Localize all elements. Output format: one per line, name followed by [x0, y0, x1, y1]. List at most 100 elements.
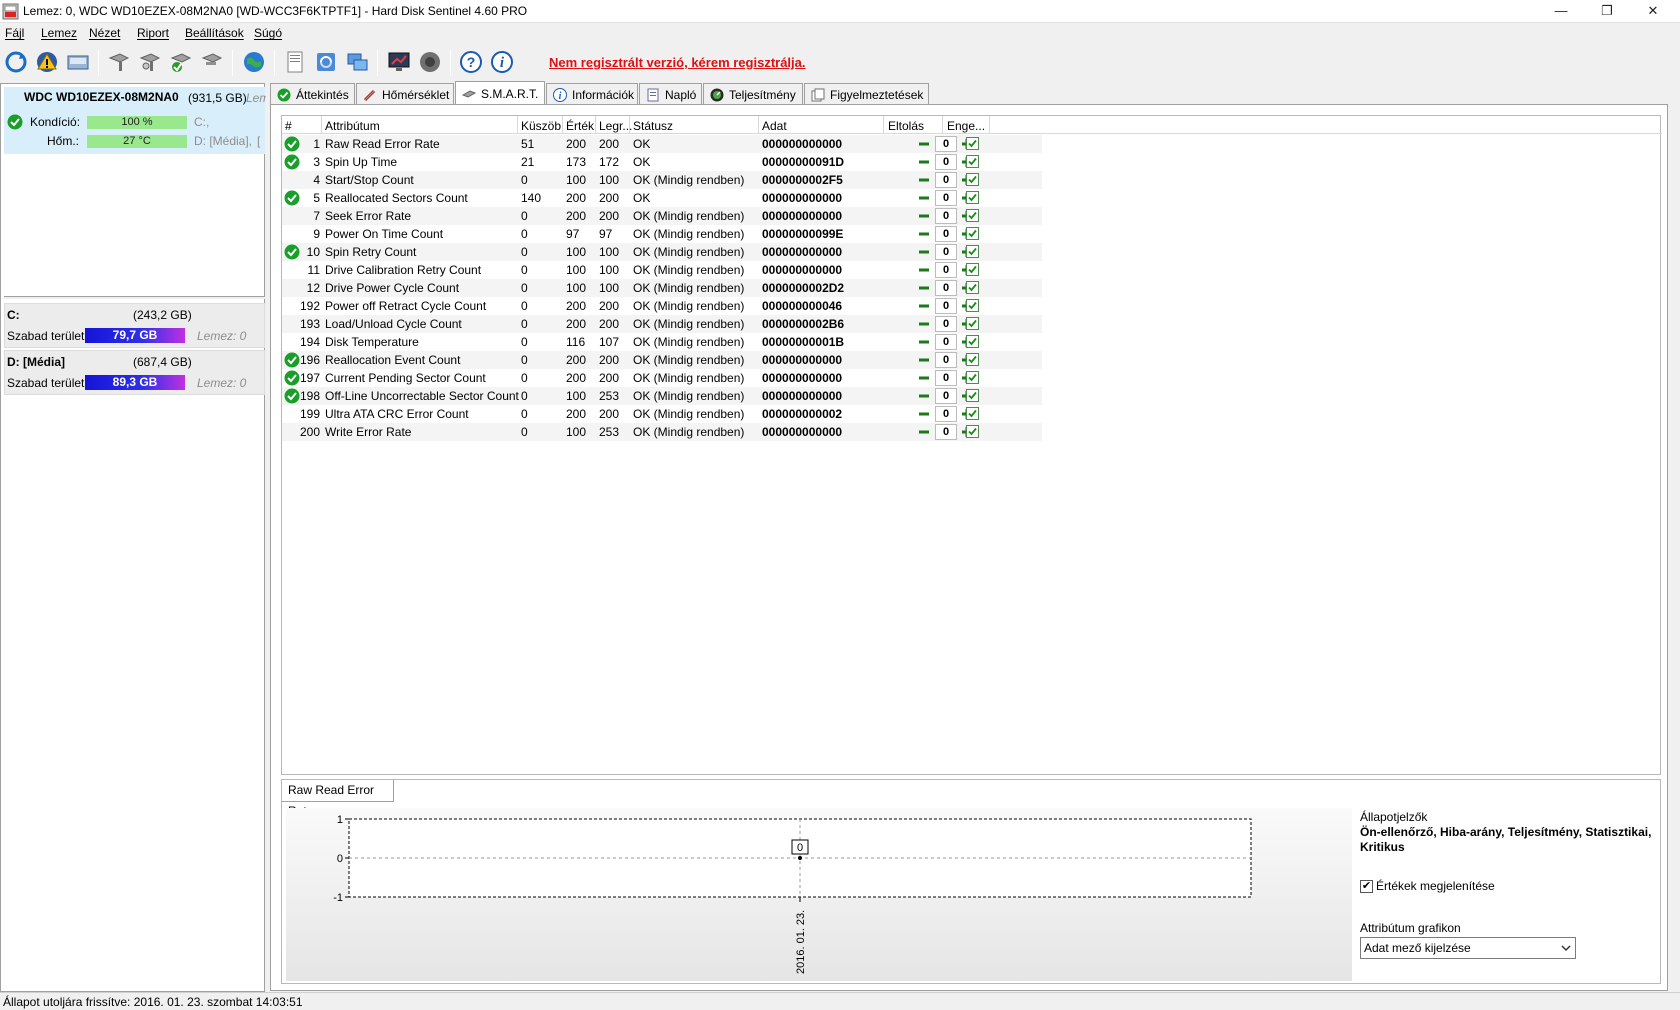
decrease-offset-button[interactable]	[917, 227, 931, 241]
decrease-offset-button[interactable]	[917, 299, 931, 313]
offset-value[interactable]: 0	[935, 334, 957, 350]
chart-tab[interactable]: Raw Read Error Rate	[282, 780, 394, 818]
info-icon[interactable]: i	[488, 48, 516, 76]
offset-value[interactable]: 0	[935, 172, 957, 188]
tool-icon-1[interactable]	[105, 48, 133, 76]
register-link[interactable]: Nem regisztrált verzió, kérem regisztrál…	[549, 55, 806, 70]
tool-icon-3[interactable]	[167, 48, 195, 76]
offset-value[interactable]: 0	[935, 352, 957, 368]
enable-checkbox[interactable]	[966, 227, 979, 240]
table-row[interactable]: 197 Current Pending Sector Count 0 200 200 OK…	[282, 369, 1042, 387]
refresh-icon[interactable]	[2, 48, 30, 76]
decrease-offset-button[interactable]	[917, 281, 931, 295]
volume-c[interactable]: C: (243,2 GB) Szabad terület 79,7 GB Lem…	[4, 303, 265, 348]
speaker-icon[interactable]	[416, 48, 444, 76]
offset-value[interactable]: 0	[935, 406, 957, 422]
enable-checkbox[interactable]	[966, 389, 979, 402]
tab-overview[interactable]: Áttekintés	[270, 83, 355, 105]
menu-help[interactable]: Súgó	[254, 26, 282, 40]
col-value[interactable]: Érték	[566, 119, 594, 133]
enable-checkbox[interactable]	[966, 191, 979, 204]
enable-checkbox[interactable]	[966, 335, 979, 348]
decrease-offset-button[interactable]	[917, 245, 931, 259]
offset-value[interactable]: 0	[935, 226, 957, 242]
col-data[interactable]: Adat	[762, 119, 787, 133]
tab-information[interactable]: i Információk	[546, 83, 638, 105]
offset-value[interactable]: 0	[935, 280, 957, 296]
table-row[interactable]: 11 Drive Calibration Retry Count 0 100 100 OK…	[282, 261, 1042, 279]
table-row[interactable]: 5 Reallocated Sectors Count 140 200 200 OK 000…	[282, 189, 1042, 207]
enable-checkbox[interactable]	[966, 353, 979, 366]
decrease-offset-button[interactable]	[917, 389, 931, 403]
table-row[interactable]: 12 Drive Power Cycle Count 0 100 100 OK (Mind…	[282, 279, 1042, 297]
enable-checkbox[interactable]	[966, 371, 979, 384]
menu-report[interactable]: Riport	[137, 26, 169, 40]
enable-checkbox[interactable]	[966, 317, 979, 330]
network-icon[interactable]	[343, 48, 371, 76]
offset-value[interactable]: 0	[935, 370, 957, 386]
decrease-offset-button[interactable]	[917, 209, 931, 223]
col-worst[interactable]: Legr...	[599, 119, 632, 133]
offset-value[interactable]: 0	[935, 190, 957, 206]
col-offset[interactable]: Eltolás	[888, 119, 924, 133]
tool-icon-4[interactable]	[198, 48, 226, 76]
table-row[interactable]: 192 Power off Retract Cycle Count 0 200 200 O…	[282, 297, 1042, 315]
report-icon[interactable]	[281, 48, 309, 76]
tab-temperature[interactable]: Hőmérséklet	[356, 83, 454, 105]
help-icon[interactable]: ?	[457, 48, 485, 76]
alert-icon[interactable]	[33, 48, 61, 76]
menu-disk[interactable]: Lemez	[41, 26, 77, 40]
table-row[interactable]: 4 Start/Stop Count 0 100 100 OK (Mindig rendb…	[282, 171, 1042, 189]
enable-checkbox[interactable]	[966, 137, 979, 150]
table-row[interactable]: 194 Disk Temperature 0 116 107 OK (Mindig ren…	[282, 333, 1042, 351]
enable-checkbox[interactable]	[966, 209, 979, 222]
offset-value[interactable]: 0	[935, 154, 957, 170]
monitor-icon[interactable]	[385, 48, 413, 76]
col-status[interactable]: Státusz	[633, 119, 673, 133]
table-row[interactable]: 3 Spin Up Time 21 173 172 OK 00000000091D 0	[282, 153, 1042, 171]
decrease-offset-button[interactable]	[917, 353, 931, 367]
table-row[interactable]: 196 Reallocation Event Count 0 200 200 OK (Mi…	[282, 351, 1042, 369]
offset-value[interactable]: 0	[935, 208, 957, 224]
disk-icon[interactable]	[64, 48, 92, 76]
table-row[interactable]: 7 Seek Error Rate 0 200 200 OK (Mindig rendbe…	[282, 207, 1042, 225]
restore-button[interactable]: ❐	[1584, 0, 1630, 23]
col-enable[interactable]: Enge...	[947, 119, 985, 133]
decrease-offset-button[interactable]	[917, 191, 931, 205]
enable-checkbox[interactable]	[966, 155, 979, 168]
decrease-offset-button[interactable]	[917, 173, 931, 187]
menu-file[interactable]: Fájl	[5, 26, 24, 40]
close-button[interactable]: ✕	[1630, 0, 1676, 23]
col-threshold[interactable]: Küszöb	[521, 119, 561, 133]
offset-value[interactable]: 0	[935, 262, 957, 278]
enable-checkbox[interactable]	[966, 407, 979, 420]
offset-value[interactable]: 0	[935, 388, 957, 404]
tab-warnings[interactable]: Figyelmeztetések	[804, 83, 929, 105]
offset-value[interactable]: 0	[935, 244, 957, 260]
tab-log[interactable]: Napló	[639, 83, 702, 105]
enable-checkbox[interactable]	[966, 299, 979, 312]
table-row[interactable]: 200 Write Error Rate 0 100 253 OK (Mindig ren…	[282, 423, 1042, 441]
table-row[interactable]: 1 Raw Read Error Rate 51 200 200 OK 0000000000…	[282, 135, 1042, 153]
table-row[interactable]: 10 Spin Retry Count 0 100 100 OK (Mindig rend…	[282, 243, 1042, 261]
volume-d[interactable]: D: [Média] (687,4 GB) Szabad terület 89,…	[4, 350, 265, 395]
col-num[interactable]: #	[285, 119, 292, 133]
enable-checkbox[interactable]	[966, 281, 979, 294]
tab-smart[interactable]: S.M.A.R.T.	[455, 81, 545, 106]
table-row[interactable]: 199 Ultra ATA CRC Error Count 0 200 200 OK (M…	[282, 405, 1042, 423]
offset-value[interactable]: 0	[935, 316, 957, 332]
col-attribute[interactable]: Attribútum	[325, 119, 380, 133]
sync-icon[interactable]	[312, 48, 340, 76]
offset-value[interactable]: 0	[935, 298, 957, 314]
graph-select[interactable]: Adat mező kijelzése	[1360, 937, 1576, 959]
decrease-offset-button[interactable]	[917, 155, 931, 169]
offset-value[interactable]: 0	[935, 424, 957, 440]
tab-performance[interactable]: Teljesítmény	[703, 83, 803, 105]
decrease-offset-button[interactable]	[917, 317, 931, 331]
enable-checkbox[interactable]	[966, 263, 979, 276]
enable-checkbox[interactable]	[966, 173, 979, 186]
menu-view[interactable]: Nézet	[89, 26, 120, 40]
offset-value[interactable]: 0	[935, 136, 957, 152]
show-values-checkbox[interactable]: ✔	[1360, 880, 1373, 893]
decrease-offset-button[interactable]	[917, 371, 931, 385]
